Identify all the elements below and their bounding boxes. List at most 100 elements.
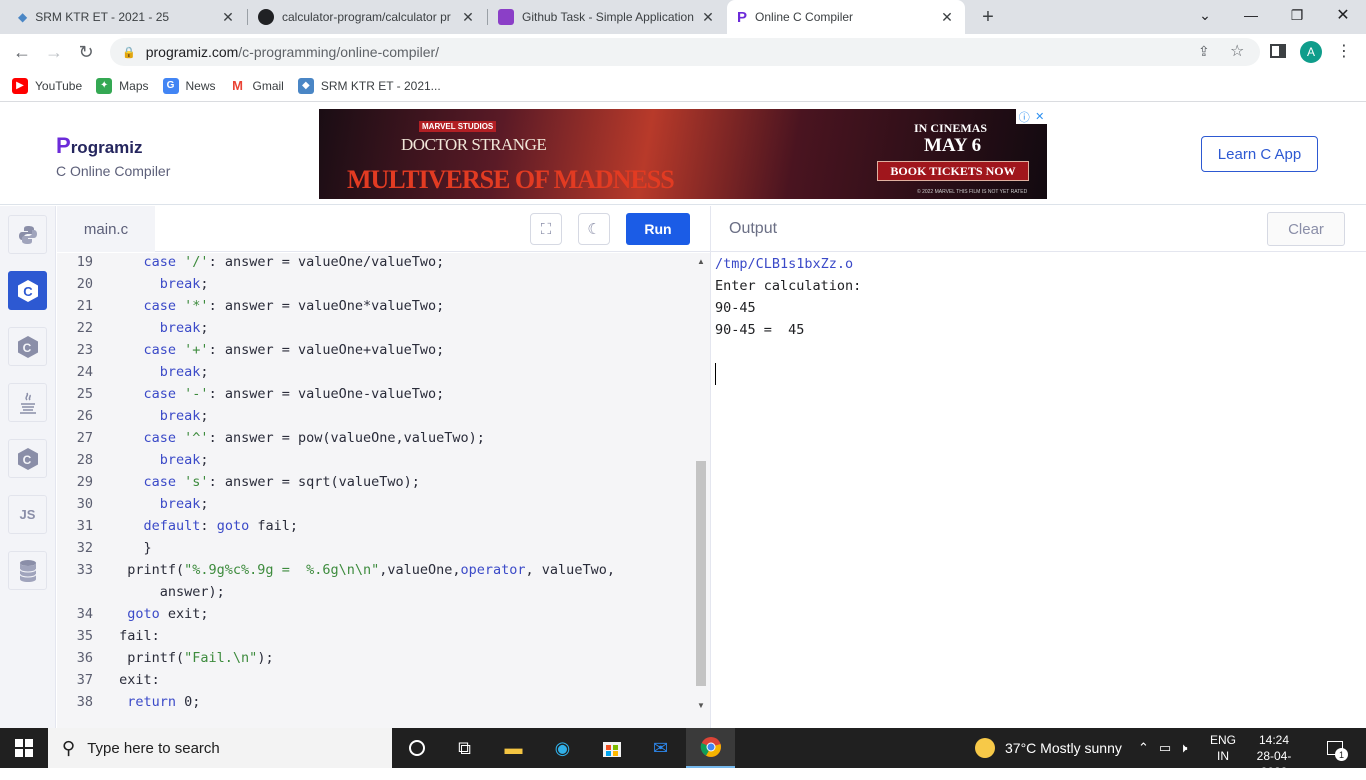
site-header: Programiz C Online Compiler MARVEL STUDI… [0, 103, 1366, 205]
ad-close-icon[interactable]: ✕ [1035, 110, 1044, 123]
scroll-up-arrow-icon[interactable]: ▲ [697, 257, 705, 266]
new-tab-button[interactable]: + [976, 5, 1000, 29]
editor-scrollbar[interactable]: ▲ ▼ [694, 253, 708, 728]
bookmark-srm[interactable]: ◆ SRM KTR ET - 2021... [297, 77, 441, 94]
ad-book-tickets-button[interactable]: BOOK TICKETS NOW [877, 161, 1029, 181]
code-line: break; [159, 320, 209, 336]
back-arrow-icon[interactable]: ← [8, 38, 36, 66]
maps-icon: ✦ [96, 77, 113, 94]
profile-avatar[interactable]: A [1300, 41, 1322, 63]
javascript-icon[interactable]: JS [8, 495, 47, 534]
browser-tab-github-task[interactable]: Github Task - Simple Application ✕ [488, 0, 726, 34]
bookmark-news[interactable]: G News [162, 77, 216, 94]
ad-in-cinemas: IN CINEMAS [914, 121, 988, 135]
close-tab-icon[interactable]: ✕ [460, 9, 476, 26]
code-line: break; [159, 276, 209, 292]
mail-icon[interactable]: ✉ [636, 728, 685, 768]
advertisement-banner[interactable]: MARVEL STUDIOS DOCTOR STRANGE MULTIVERSE… [319, 109, 1047, 199]
forward-arrow-icon[interactable]: → [40, 38, 68, 66]
code-line: printf("Fail.\n"); [111, 650, 274, 666]
sql-database-icon[interactable] [8, 551, 47, 590]
ad-info-icon[interactable]: ⓘ [1019, 109, 1030, 125]
scroll-down-arrow-icon[interactable]: ▼ [697, 701, 705, 710]
code-line: return 0; [127, 694, 201, 710]
code-line: case '^': answer = pow(valueOne,valueTwo… [143, 430, 485, 446]
editor-toolbar: main.c ⛶ ☾ Run [57, 206, 710, 252]
network-icon[interactable]: ▭ [1159, 740, 1171, 756]
close-window-button[interactable]: ✕ [1320, 0, 1366, 30]
language-sidebar: C C C JS [0, 206, 56, 728]
input-cursor [715, 363, 716, 385]
url-path: /c-programming/online-compiler/ [238, 44, 440, 60]
code-line: case 's': answer = sqrt(valueTwo); [143, 474, 420, 490]
browser-tab-github[interactable]: calculator-program/calculator pr ✕ [248, 0, 486, 34]
srm-icon: ◆ [18, 10, 28, 24]
file-explorer-icon[interactable]: ▬ [489, 728, 538, 768]
bookmark-youtube[interactable]: ▶ YouTube [12, 77, 82, 94]
python-icon[interactable] [8, 215, 47, 254]
bookmark-star-icon[interactable]: ☆ [1230, 41, 1244, 61]
file-tab-main-c[interactable]: main.c [57, 206, 155, 252]
reload-icon[interactable]: ↻ [72, 38, 100, 66]
page-subtitle: C Online Compiler [56, 163, 171, 179]
edge-browser-icon[interactable]: ◉ [538, 728, 587, 768]
close-tab-icon[interactable]: ✕ [939, 9, 955, 26]
tab-title: Online C Compiler [755, 10, 854, 24]
code-editor[interactable]: 19 case '/': answer = valueOne/valueTwo;… [57, 253, 710, 728]
taskbar-clock[interactable]: 14:24 28-04-2022 [1244, 732, 1304, 780]
url-bar[interactable]: 🔒 programiz.com/c-programming/online-com… [110, 38, 1260, 66]
line-number: 38 [76, 694, 93, 710]
chrome-icon[interactable] [686, 728, 735, 768]
scrollbar-thumb[interactable] [696, 461, 706, 686]
weather-widget[interactable]: 37°C Mostly sunny [975, 728, 1122, 768]
dark-mode-moon-icon[interactable]: ☾ [578, 213, 610, 245]
project-icon [498, 9, 514, 25]
restore-button[interactable]: ❐ [1274, 0, 1320, 30]
line-number: 28 [76, 452, 93, 468]
browser-tab-online-compiler[interactable]: P Online C Compiler ✕ [727, 0, 965, 34]
ad-choices-icon[interactable]: ⓘ ✕ [1016, 109, 1047, 124]
code-line: break; [159, 452, 209, 468]
cortana-icon[interactable] [392, 728, 441, 768]
lang-code: ENG [1210, 733, 1237, 747]
code-line: case '/': answer = valueOne/valueTwo; [143, 254, 445, 270]
output-console[interactable]: /tmp/CLB1s1bxZz.o Enter calculation: 90-… [711, 253, 1366, 728]
learn-c-app-button[interactable]: Learn C App [1201, 136, 1318, 172]
browser-tab-srm[interactable]: ◆ SRM KTR ET - 2021 - 25 ✕ [8, 0, 246, 34]
c-language-icon[interactable]: C [8, 271, 47, 310]
output-line: Enter calculation: [715, 278, 862, 294]
cpp-icon[interactable]: C [8, 327, 47, 366]
tab-search-chevron-icon[interactable]: ⌄ [1182, 0, 1228, 30]
windows-start-icon[interactable] [0, 728, 48, 768]
menu-kebab-icon[interactable]: ⋮ [1336, 41, 1352, 61]
srm-icon: ◆ [297, 77, 314, 94]
code-line: case '+': answer = valueOne+valueTwo; [143, 342, 445, 358]
notifications-icon[interactable]: 1 [1322, 728, 1348, 768]
line-number: 19 [76, 254, 93, 270]
ad-date: MAY 6 [924, 135, 982, 156]
side-panel-icon[interactable] [1270, 44, 1286, 58]
tab-title: calculator-program/calculator pr [282, 10, 451, 24]
share-icon[interactable]: ⇪ [1198, 43, 1210, 60]
taskbar-search-box[interactable]: ⚲ Type here to search [48, 728, 392, 768]
close-tab-icon[interactable]: ✕ [220, 9, 236, 26]
line-number: 34 [76, 606, 93, 622]
bookmark-maps[interactable]: ✦ Maps [96, 77, 149, 94]
minimize-button[interactable]: — [1228, 0, 1274, 30]
volume-muted-icon[interactable]: 🕨 [1179, 740, 1187, 756]
run-button[interactable]: Run [626, 213, 690, 245]
fullscreen-icon[interactable]: ⛶ [530, 213, 562, 245]
task-view-icon[interactable]: ⧉ [440, 728, 489, 768]
ad-fine-print: © 2022 MARVEL THIS FILM IS NOT YET RATED [917, 189, 1028, 195]
programiz-logo[interactable]: Programiz [56, 133, 142, 159]
microsoft-store-icon[interactable] [587, 728, 636, 768]
java-icon[interactable] [8, 383, 47, 422]
close-tab-icon[interactable]: ✕ [700, 9, 716, 26]
input-language-indicator[interactable]: ENG IN [1210, 732, 1236, 764]
bookmark-gmail[interactable]: M Gmail [229, 77, 284, 94]
output-line: 90-45 [715, 300, 756, 316]
show-hidden-icons-chevron-icon[interactable]: ⌃ [1138, 740, 1149, 756]
line-number: 29 [76, 474, 93, 490]
csharp-icon[interactable]: C [8, 439, 47, 478]
clear-button[interactable]: Clear [1267, 212, 1345, 246]
